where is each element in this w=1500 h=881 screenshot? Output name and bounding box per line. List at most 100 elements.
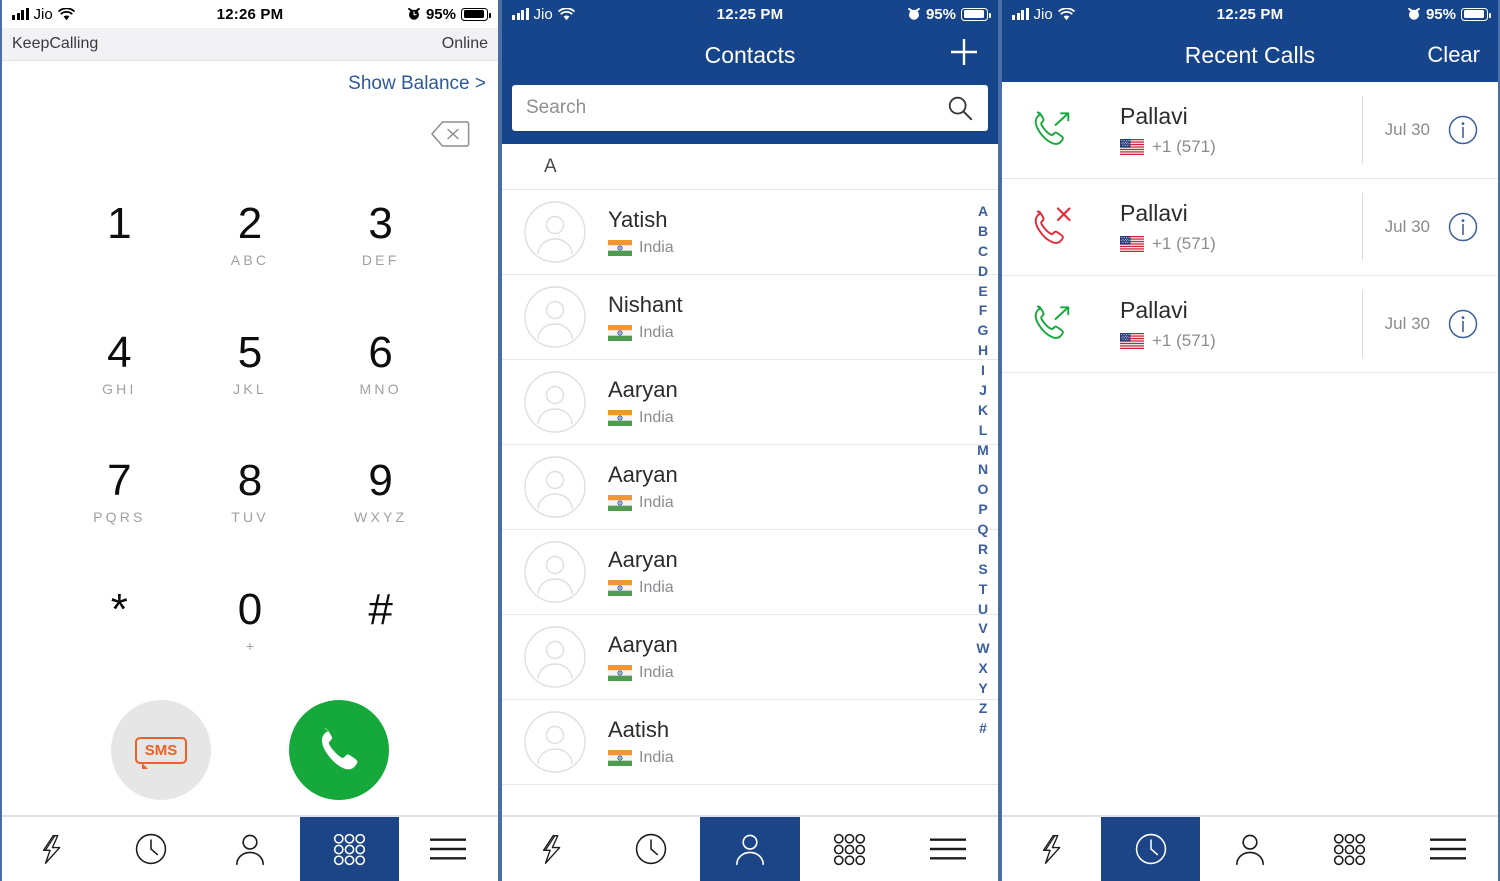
list-item[interactable]: Aatish India: [502, 700, 998, 785]
index-letter[interactable]: V: [978, 619, 987, 639]
search-input[interactable]: [526, 97, 946, 119]
battery-percent-label: 95%: [1425, 5, 1456, 23]
tab-quick-dial[interactable]: [502, 817, 601, 881]
avatar: [524, 711, 586, 773]
contact-name: Aaryan: [608, 462, 678, 487]
index-letter[interactable]: F: [979, 301, 988, 321]
tab-menu[interactable]: [1399, 817, 1498, 881]
index-letter[interactable]: R: [978, 540, 988, 560]
tab-menu[interactable]: [899, 817, 998, 881]
contact-country: India: [608, 579, 678, 597]
dial-key[interactable]: 5 JKL: [185, 300, 316, 429]
tab-recent-calls[interactable]: [101, 817, 200, 881]
account-bar[interactable]: KeepCalling Online: [2, 28, 498, 61]
index-letter[interactable]: G: [978, 321, 989, 341]
call-button[interactable]: [289, 700, 389, 800]
contact-country-label: India: [639, 239, 674, 256]
dial-key-letters: TUV: [231, 509, 269, 526]
index-letter[interactable]: O: [978, 480, 989, 500]
index-letter[interactable]: K: [978, 401, 988, 421]
dial-key-digit: 5: [237, 327, 263, 377]
index-letter[interactable]: #: [979, 719, 987, 739]
contact-country-label: India: [639, 324, 674, 341]
dial-key[interactable]: *: [54, 557, 185, 686]
index-letter[interactable]: M: [977, 441, 989, 461]
list-item[interactable]: Aaryan India: [502, 530, 998, 615]
sms-bubble-icon: SMS: [134, 736, 188, 769]
info-icon[interactable]: [1448, 115, 1478, 145]
table-row[interactable]: Pallavi +1 (571) Jul 30: [1002, 179, 1498, 276]
index-letter[interactable]: A: [978, 202, 988, 222]
index-letter[interactable]: P: [978, 500, 987, 520]
call-date: Jul 30: [1384, 217, 1430, 236]
contacts-list[interactable]: A Yatish India Nishant India Aaryan Indi…: [502, 144, 998, 815]
index-letter[interactable]: X: [978, 659, 987, 679]
index-letter[interactable]: U: [978, 600, 988, 620]
index-letter[interactable]: H: [978, 341, 988, 361]
tab-quick-dial[interactable]: [1002, 817, 1101, 881]
list-item[interactable]: Aaryan India: [502, 445, 998, 530]
backspace-icon[interactable]: [430, 120, 470, 148]
list-item[interactable]: Aaryan India: [502, 360, 998, 445]
dial-key[interactable]: 8 TUV: [185, 428, 316, 557]
dial-key[interactable]: 4 GHI: [54, 300, 185, 429]
index-letter[interactable]: W: [976, 639, 989, 659]
index-letter[interactable]: B: [978, 222, 988, 242]
dial-key[interactable]: 1: [54, 171, 185, 300]
show-balance-link[interactable]: Show Balance >: [348, 73, 486, 95]
tab-recent-calls[interactable]: [601, 817, 700, 881]
index-letter[interactable]: N: [978, 460, 988, 480]
index-letter[interactable]: T: [979, 580, 988, 600]
tab-recent-calls[interactable]: [1101, 817, 1201, 881]
index-letter[interactable]: Z: [979, 699, 988, 719]
tab-contacts[interactable]: [200, 817, 299, 881]
list-item[interactable]: Aaryan India: [502, 615, 998, 700]
dial-key[interactable]: 6 MNO: [315, 300, 446, 429]
tab-keypad[interactable]: [1300, 817, 1399, 881]
table-row[interactable]: Pallavi +1 (571) Jul 30: [1002, 82, 1498, 179]
index-letter[interactable]: L: [979, 421, 988, 441]
index-letter[interactable]: C: [978, 242, 988, 262]
dial-key[interactable]: 3 DEF: [315, 171, 446, 300]
screen-keypad: Jio 12:26 PM 95% KeepCalling Online Show…: [0, 0, 500, 881]
dial-key-letters: JKL: [233, 380, 267, 397]
index-letter[interactable]: Q: [978, 520, 989, 540]
list-item[interactable]: Nishant India: [502, 275, 998, 360]
index-letter[interactable]: D: [978, 262, 988, 282]
sms-button[interactable]: SMS: [111, 700, 211, 800]
alphabet-index[interactable]: A B C D E F G H I J K L M N O P Q R S T: [972, 202, 994, 739]
dial-key[interactable]: 2 ABC: [185, 171, 316, 300]
index-letter[interactable]: J: [979, 381, 987, 401]
dial-key[interactable]: 9 WXYZ: [315, 428, 446, 557]
index-letter[interactable]: S: [978, 560, 987, 580]
dial-key[interactable]: #: [315, 557, 446, 686]
search-box[interactable]: [512, 85, 988, 131]
table-row[interactable]: Pallavi +1 (571) Jul 30: [1002, 276, 1498, 373]
page-title: Recent Calls: [1184, 41, 1316, 68]
info-icon[interactable]: [1448, 212, 1478, 242]
tab-keypad[interactable]: [299, 817, 399, 881]
dial-key[interactable]: 7 PQRS: [54, 428, 185, 557]
tab-keypad[interactable]: [800, 817, 899, 881]
contact-country-label: India: [639, 579, 674, 596]
dial-key[interactable]: 0 +: [185, 557, 316, 686]
clear-button[interactable]: Clear: [1427, 42, 1480, 68]
tab-menu[interactable]: [399, 817, 498, 881]
dial-key-digit: #: [368, 584, 393, 634]
info-icon[interactable]: [1448, 309, 1478, 339]
tab-contacts[interactable]: [1200, 817, 1299, 881]
contact-info: Aaryan India: [608, 462, 678, 512]
tab-quick-dial[interactable]: [2, 817, 101, 881]
contact-info: Aatish India: [608, 717, 674, 767]
section-header: A: [502, 144, 998, 190]
index-letter[interactable]: E: [978, 282, 987, 302]
avatar: [524, 456, 586, 518]
index-letter[interactable]: I: [981, 361, 985, 381]
index-letter[interactable]: Y: [978, 679, 987, 699]
search-icon[interactable]: [946, 94, 974, 122]
contact-info: Aaryan India: [608, 377, 678, 427]
avatar: [524, 286, 586, 348]
add-contact-button[interactable]: [948, 36, 980, 74]
tab-contacts[interactable]: [700, 817, 800, 881]
list-item[interactable]: Yatish India: [502, 190, 998, 275]
